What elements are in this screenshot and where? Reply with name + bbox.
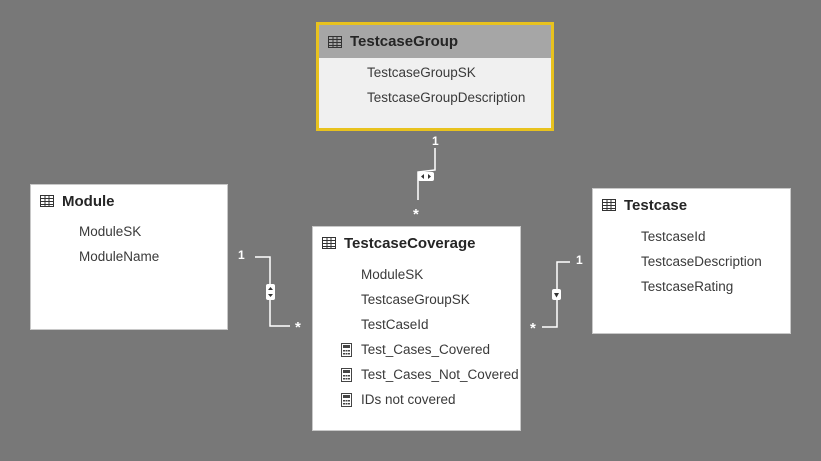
table-header[interactable]: TestcaseCoverage — [313, 227, 520, 259]
table-header[interactable]: TestcaseGroup — [319, 25, 551, 58]
field-label: TestcaseRating — [641, 279, 734, 294]
table-header[interactable]: Module — [31, 185, 227, 217]
measure-label: Test_Cases_Not_Covered — [361, 367, 519, 382]
calculator-icon — [341, 392, 352, 407]
field-item[interactable]: ModuleSK — [31, 219, 227, 244]
table-grid-icon — [322, 237, 336, 249]
field-label: TestcaseGroupSK — [361, 292, 470, 307]
cardinality-one: 1 — [238, 248, 245, 262]
field-label: ModuleSK — [79, 224, 142, 239]
measure-item[interactable]: IDs not covered — [313, 387, 520, 412]
measure-item[interactable]: Test_Cases_Covered — [313, 337, 520, 362]
table-name: Module — [62, 192, 115, 210]
field-item[interactable]: TestcaseRating — [593, 274, 790, 299]
cardinality-many: * — [295, 319, 301, 336]
crossfilter-both-icon — [418, 172, 434, 181]
field-item[interactable]: TestcaseGroupDescription — [319, 85, 551, 110]
table-name: TestcaseCoverage — [344, 234, 476, 252]
measure-label: IDs not covered — [361, 392, 456, 407]
field-label: TestCaseId — [361, 317, 429, 332]
calculator-icon — [341, 342, 352, 357]
field-item[interactable]: TestCaseId — [313, 312, 520, 337]
field-item[interactable]: TestcaseDescription — [593, 249, 790, 274]
field-item[interactable]: TestcaseId — [593, 224, 790, 249]
table-testcase[interactable]: Testcase TestcaseId TestcaseDescription … — [592, 188, 791, 334]
field-label: ModuleSK — [361, 267, 424, 282]
table-grid-icon — [602, 199, 616, 211]
relationship-group-coverage[interactable] — [417, 148, 436, 200]
table-name: Testcase — [624, 196, 688, 214]
field-label: ModuleName — [79, 249, 160, 264]
calculator-icon — [341, 367, 352, 382]
field-item[interactable]: ModuleName — [31, 244, 227, 269]
table-module[interactable]: Module ModuleSK ModuleName — [30, 184, 228, 330]
cardinality-many: * — [530, 320, 536, 337]
table-testcase-coverage[interactable]: TestcaseCoverage ModuleSK TestcaseGroupS… — [312, 226, 521, 431]
relationship-module-coverage[interactable] — [255, 256, 290, 327]
crossfilter-both-icon — [266, 284, 275, 300]
field-label: TestcaseDescription — [641, 254, 762, 269]
table-header[interactable]: Testcase — [593, 189, 790, 221]
cardinality-one: 1 — [576, 253, 583, 267]
field-item[interactable]: TestcaseGroupSK — [319, 60, 551, 85]
field-label: TestcaseGroupSK — [367, 65, 476, 80]
field-label: TestcaseId — [641, 229, 706, 244]
field-item[interactable]: TestcaseGroupSK — [313, 287, 520, 312]
table-grid-icon — [40, 195, 54, 207]
cardinality-many: * — [413, 206, 419, 223]
model-canvas[interactable]: 1 * 1 * 1 * TestcaseGroup TestcaseGroupS… — [0, 0, 821, 461]
table-testcase-group[interactable]: TestcaseGroup TestcaseGroupSK TestcaseGr… — [316, 22, 554, 131]
measure-item[interactable]: Test_Cases_Not_Covered — [313, 362, 520, 387]
field-label: TestcaseGroupDescription — [367, 90, 526, 105]
cardinality-one: 1 — [432, 134, 439, 148]
relationship-testcase-coverage[interactable] — [542, 261, 570, 328]
field-item[interactable]: ModuleSK — [313, 262, 520, 287]
table-name: TestcaseGroup — [350, 33, 459, 50]
measure-label: Test_Cases_Covered — [361, 342, 491, 357]
table-grid-icon — [328, 35, 342, 48]
